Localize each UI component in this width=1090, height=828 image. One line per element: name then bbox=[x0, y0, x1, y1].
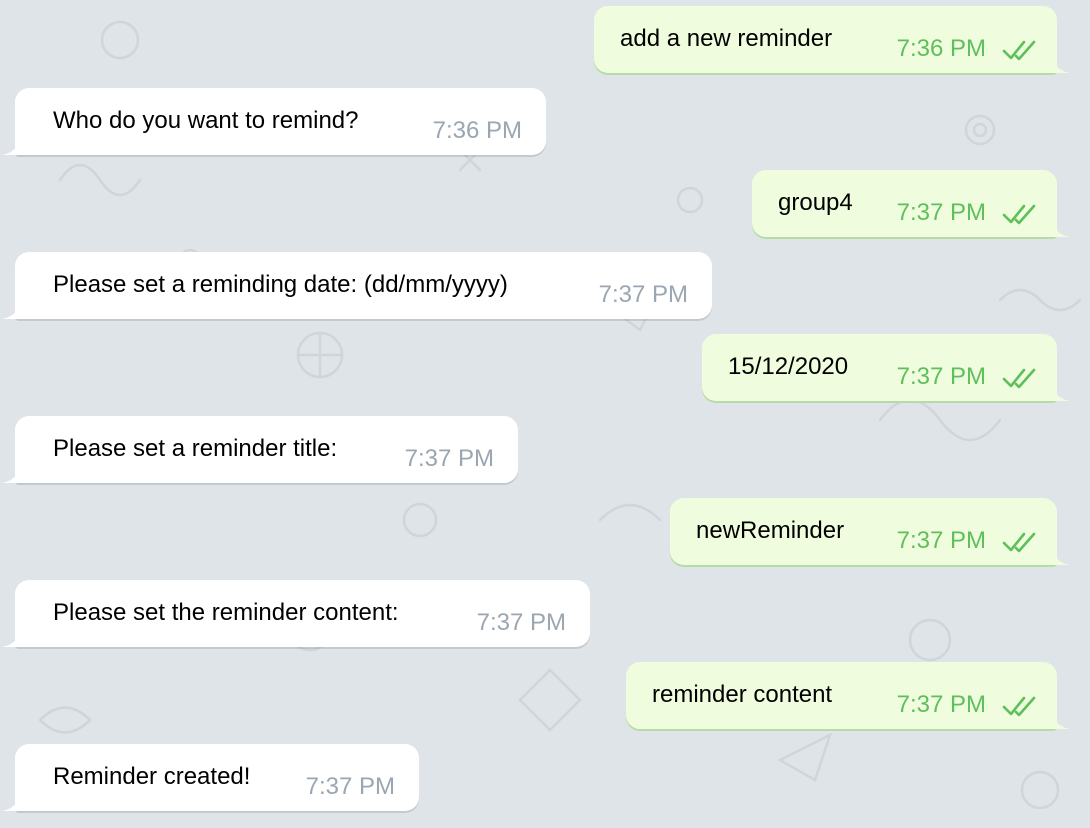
message-time: 7:37 PM bbox=[476, 609, 566, 636]
message-time: 7:37 PM bbox=[404, 445, 494, 472]
outgoing-message[interactable]: group4 7:37 PM bbox=[752, 170, 1057, 237]
message-time: 7:37 PM bbox=[896, 691, 986, 718]
message-text: Please set the reminder content: bbox=[53, 599, 399, 626]
double-check-icon bbox=[1002, 368, 1036, 389]
incoming-message[interactable]: Reminder created! 7:37 PM bbox=[15, 744, 419, 811]
double-check-icon bbox=[1002, 204, 1036, 225]
bubble-tail bbox=[1052, 224, 1070, 237]
message-text: reminder content bbox=[652, 681, 833, 708]
bubble-tail bbox=[1052, 552, 1070, 565]
message-text: add a new reminder bbox=[620, 25, 833, 52]
message-time: 7:37 PM bbox=[896, 199, 986, 226]
message-time: 7:37 PM bbox=[598, 281, 688, 308]
incoming-message[interactable]: Please set a reminding date: (dd/mm/yyyy… bbox=[15, 252, 712, 319]
double-check-icon bbox=[1002, 40, 1036, 61]
bubble-tail bbox=[2, 306, 20, 319]
message-text: newReminder bbox=[696, 517, 845, 544]
message-text: Please set a reminding date: (dd/mm/yyyy… bbox=[53, 271, 508, 298]
bubble-tail bbox=[2, 470, 20, 483]
incoming-message[interactable]: Please set the reminder content: 7:37 PM bbox=[15, 580, 590, 647]
incoming-message[interactable]: Who do you want to remind? 7:36 PM bbox=[15, 88, 546, 155]
bubble-tail bbox=[1052, 60, 1070, 73]
message-text: group4 bbox=[778, 189, 853, 216]
bubble-tail bbox=[1052, 388, 1070, 401]
outgoing-message[interactable]: 15/12/2020 7:37 PM bbox=[702, 334, 1057, 401]
message-text: Who do you want to remind? bbox=[53, 107, 359, 134]
incoming-message[interactable]: Please set a reminder title: 7:37 PM bbox=[15, 416, 518, 483]
double-check-icon bbox=[1002, 532, 1036, 553]
message-text: 15/12/2020 bbox=[728, 353, 849, 380]
message-time: 7:36 PM bbox=[432, 117, 522, 144]
double-check-icon bbox=[1002, 696, 1036, 717]
outgoing-message[interactable]: reminder content 7:37 PM bbox=[626, 662, 1057, 729]
outgoing-message[interactable]: newReminder 7:37 PM bbox=[670, 498, 1057, 565]
bubble-tail bbox=[2, 798, 20, 811]
message-text: Please set a reminder title: bbox=[53, 435, 338, 462]
chat-history: add a new reminder 7:36 PM Who do you wa… bbox=[0, 0, 1090, 828]
message-time: 7:36 PM bbox=[896, 35, 986, 62]
outgoing-message[interactable]: add a new reminder 7:36 PM bbox=[594, 6, 1057, 73]
message-time: 7:37 PM bbox=[896, 527, 986, 554]
message-time: 7:37 PM bbox=[896, 363, 986, 390]
message-time: 7:37 PM bbox=[305, 773, 395, 800]
message-text: Reminder created! bbox=[53, 763, 251, 790]
bubble-tail bbox=[2, 142, 20, 155]
bubble-tail bbox=[1052, 716, 1070, 729]
bubble-tail bbox=[2, 634, 20, 647]
